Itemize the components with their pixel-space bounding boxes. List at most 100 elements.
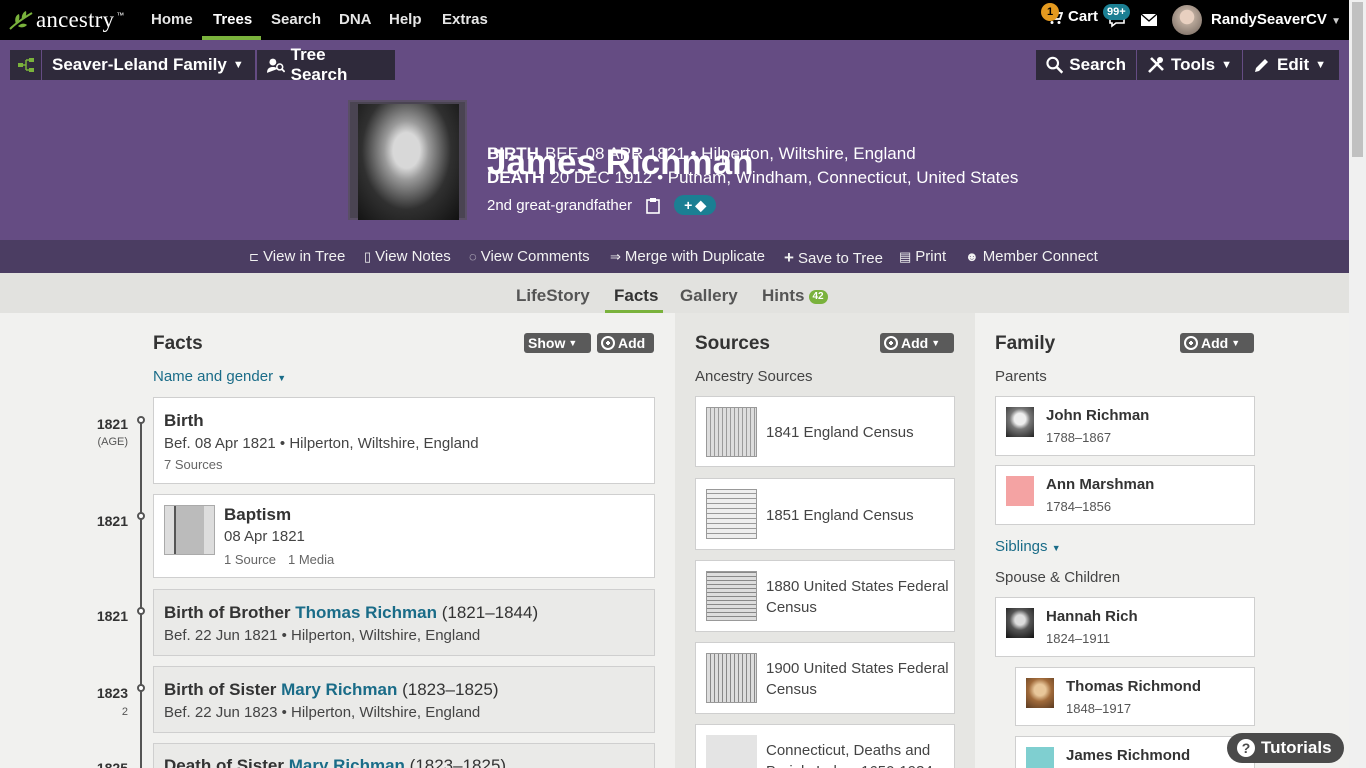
- tree-name-dropdown[interactable]: Seaver-Leland Family ▼: [42, 50, 255, 80]
- add-source-button[interactable]: Add ▼: [880, 333, 954, 353]
- cart-count-badge: 1: [1041, 3, 1059, 21]
- scrollbar-thumb[interactable]: [1352, 2, 1363, 157]
- fact-card-sister-death[interactable]: Death of Sister Mary Richman (1823–1825): [153, 743, 655, 768]
- relationship-label: 2nd great-grandfather: [487, 196, 633, 214]
- nav-trees[interactable]: Trees: [213, 11, 252, 28]
- fact-card-baptism[interactable]: Baptism 08 Apr 1821 1 Source 1 Media: [153, 494, 655, 578]
- edit-label: Edit: [1277, 55, 1310, 74]
- birth-summary: BIRTH BEF. 08 APR 1821 • Hilperton, Wilts…: [487, 144, 916, 164]
- source-thumbnail: [706, 653, 757, 703]
- nav-help[interactable]: Help: [389, 11, 422, 28]
- relative-link[interactable]: Mary Richman: [289, 756, 405, 768]
- chevron-down-icon: ▼: [1221, 59, 1232, 71]
- fact-title-label: Birth of Brother: [164, 603, 291, 622]
- add-source-label: Add: [901, 335, 929, 351]
- member-name: Ann Marshman: [1046, 476, 1155, 493]
- nav-home[interactable]: Home: [151, 11, 193, 28]
- fact-card-sister-birth[interactable]: Birth of Sister Mary Richman (1823–1825)…: [153, 666, 655, 733]
- member-name: James Richmond: [1066, 747, 1191, 764]
- view-in-tree-link[interactable]: ⊏ View in Tree: [249, 248, 345, 265]
- nav-dna[interactable]: DNA: [339, 11, 372, 28]
- member-photo: [1006, 407, 1034, 437]
- member-dates: 1788–1867: [1046, 430, 1112, 445]
- view-notes-link[interactable]: ▯ View Notes: [364, 248, 451, 265]
- fact-detail: 08 Apr 1821: [224, 528, 305, 545]
- nav-search[interactable]: Search: [271, 11, 321, 28]
- fact-detail: Bef. 22 Jun 1821 • Hilperton, Wiltshire,…: [164, 627, 481, 644]
- member-connect-link[interactable]: ☻ Member Connect: [965, 248, 1098, 265]
- siblings-link[interactable]: Siblings ▼: [995, 538, 1061, 555]
- add-tag-button[interactable]: + ◆: [674, 195, 717, 215]
- username-menu[interactable]: RandySeaverCV ▼: [1211, 11, 1341, 28]
- tab-gallery[interactable]: Gallery: [680, 286, 738, 306]
- clipboard-icon[interactable]: [646, 197, 660, 214]
- save-to-tree-link[interactable]: + Save to Tree: [784, 248, 883, 268]
- family-member-card[interactable]: James Richmond: [1015, 736, 1255, 768]
- siblings-label: Siblings: [995, 538, 1048, 555]
- family-member-card[interactable]: John Richman 1788–1867: [995, 396, 1255, 456]
- add-fact-button[interactable]: Add: [597, 333, 654, 353]
- family-member-card[interactable]: Hannah Rich 1824–1911: [995, 597, 1255, 657]
- search-button[interactable]: Search: [1036, 50, 1136, 80]
- mail-button[interactable]: [1140, 13, 1158, 27]
- fact-detail: Bef. 22 Jun 1823 • Hilperton, Wiltshire,…: [164, 704, 481, 721]
- relative-link[interactable]: Mary Richman: [281, 680, 397, 699]
- tools-dropdown[interactable]: Tools ▼: [1137, 50, 1242, 80]
- name-gender-label: Name and gender: [153, 368, 274, 385]
- tools-label: Tools: [1171, 55, 1216, 74]
- ancestry-logo[interactable]: ancestry ™: [8, 6, 124, 34]
- merge-duplicate-link[interactable]: ⇒ Merge with Duplicate: [610, 248, 765, 265]
- ancestry-sources-label: Ancestry Sources: [695, 368, 813, 385]
- fact-card-brother-birth[interactable]: Birth of Brother Thomas Richman (1821–18…: [153, 589, 655, 656]
- action-bar: ⊏ View in Tree ▯ View Notes ◌ View Comments…: [0, 240, 1349, 273]
- print-link[interactable]: ▤ Print: [899, 248, 946, 265]
- plus-circle-icon: [884, 336, 898, 350]
- event-year: 1823: [96, 685, 128, 701]
- tree-name-label: Seaver-Leland Family: [52, 55, 227, 74]
- source-thumbnail: [706, 407, 757, 457]
- show-dropdown[interactable]: Show ▼: [524, 333, 591, 353]
- fact-sources-count[interactable]: 7 Sources: [164, 457, 223, 472]
- tab-facts[interactable]: Facts: [614, 286, 658, 306]
- messages-count-badge: 99+: [1103, 4, 1130, 20]
- source-card[interactable]: Connecticut, Deaths and Burials Index, 1…: [695, 724, 955, 768]
- tree-search-button[interactable]: Tree Search: [257, 45, 395, 84]
- add-family-label: Add: [1201, 335, 1229, 351]
- nav-extras[interactable]: Extras: [442, 11, 488, 28]
- source-card[interactable]: 1841 England Census: [695, 396, 955, 467]
- tutorials-button[interactable]: ? Tutorials: [1227, 733, 1344, 763]
- facts-heading: Facts: [153, 333, 203, 354]
- add-family-button[interactable]: Add ▼: [1180, 333, 1254, 353]
- source-card[interactable]: 1880 United States Federal Census: [695, 560, 955, 632]
- source-card[interactable]: 1900 United States Federal Census: [695, 642, 955, 714]
- name-gender-link[interactable]: Name and gender ▼: [153, 368, 286, 385]
- tab-hints[interactable]: Hints 42: [762, 286, 828, 306]
- relative-link[interactable]: Thomas Richman: [295, 603, 437, 622]
- source-card[interactable]: 1851 England Census: [695, 478, 955, 550]
- timeline-dot: [137, 416, 145, 424]
- event-year: 1825: [96, 760, 128, 768]
- family-member-card[interactable]: Ann Marshman 1784–1856: [995, 465, 1255, 525]
- tools-icon: [1148, 57, 1164, 73]
- event-age: 2: [121, 706, 128, 718]
- relative-lifespan: (1821–1844): [441, 603, 539, 622]
- avatar[interactable]: [1172, 5, 1202, 35]
- fact-media-count[interactable]: 1 Media: [288, 552, 334, 567]
- tag-icon: ◆: [695, 196, 707, 213]
- tab-lifestory[interactable]: LifeStory: [516, 286, 590, 306]
- person-photo[interactable]: [348, 100, 467, 220]
- people-icon: ☻: [965, 249, 979, 264]
- fact-sources-count[interactable]: 1 Source: [224, 552, 276, 567]
- media-thumbnail[interactable]: [164, 505, 215, 555]
- username-label: RandySeaverCV: [1211, 11, 1327, 28]
- profile-tabs: LifeStory Facts Gallery Hints 42: [0, 273, 1349, 313]
- view-comments-link[interactable]: ◌ View Comments: [469, 248, 590, 265]
- pencil-icon: [1255, 59, 1268, 72]
- source-thumbnail: [706, 571, 757, 621]
- family-member-card[interactable]: Thomas Richmond 1848–1917: [1015, 667, 1255, 726]
- tree-view-toggle[interactable]: [10, 50, 41, 80]
- fact-card-birth[interactable]: Birth Bef. 08 Apr 1821 • Hilperton, Wilt…: [153, 397, 655, 484]
- female-silhouette-icon: [1006, 476, 1034, 506]
- edit-dropdown[interactable]: Edit ▼: [1243, 50, 1339, 80]
- hints-count-badge: 42: [808, 290, 828, 304]
